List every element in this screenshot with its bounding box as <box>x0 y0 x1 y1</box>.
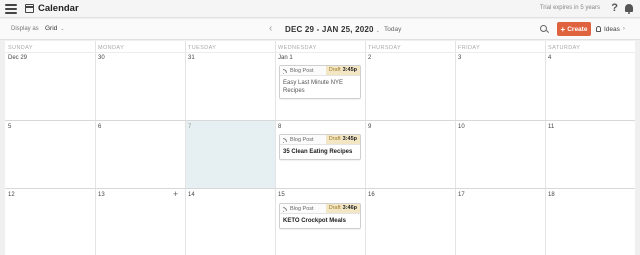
page-title: Calendar <box>38 3 79 14</box>
weekday-header: THURSDAY <box>368 45 402 51</box>
day-number[interactable]: 5 <box>8 124 11 130</box>
event-card-header: Blog Post Draft 3:45p <box>280 66 360 76</box>
calendar-toolbar: Display as Grid ⌄ ‹ DEC 29 - JAN 25, 2020… <box>0 19 640 40</box>
row-divider <box>5 188 635 189</box>
event-title: Easy Last Minute NYE Recipes <box>283 80 344 94</box>
event-title: KETO Crockpot Meals <box>283 218 346 224</box>
row-divider <box>5 52 635 53</box>
date-range-label: DEC 29 - JAN 25, 2020 <box>285 25 374 34</box>
next-arrow-icon[interactable]: › <box>368 23 371 34</box>
day-number[interactable]: Dec 29 <box>8 55 27 61</box>
search-icon[interactable] <box>540 25 547 32</box>
event-time: 3:45p <box>342 136 357 142</box>
day-number[interactable]: 11 <box>548 124 554 130</box>
calendar-icon <box>25 4 34 13</box>
event-time: 3:46p <box>342 205 357 211</box>
day-number[interactable]: 16 <box>368 192 375 198</box>
column-divider <box>275 41 276 255</box>
event-card-header: Blog Post Draft 3:46p <box>280 204 360 214</box>
rss-icon <box>283 69 287 74</box>
weekday-header: TUESDAY <box>188 45 217 51</box>
prev-arrow-icon[interactable]: ‹ <box>269 23 272 34</box>
chevron-down-icon: ⌄ <box>60 26 65 32</box>
event-type: Blog Post <box>290 206 314 212</box>
calendar-grid: SUNDAY MONDAY TUESDAY WEDNESDAY THURSDAY… <box>5 41 635 255</box>
event-type: Blog Post <box>290 68 314 74</box>
help-icon[interactable]: ? <box>611 2 618 14</box>
date-range-picker[interactable]: DEC 29 - JAN 25, 2020 ⌄ <box>285 25 380 34</box>
status-label: Draft <box>328 136 341 142</box>
event-card[interactable]: Blog Post Draft 3:45p 35 Clean Eating Rec… <box>279 134 361 160</box>
top-bar: Calendar Trial expires in 5 years ? <box>0 0 640 18</box>
rss-icon <box>283 207 287 212</box>
event-type: Blog Post <box>290 137 314 143</box>
day-number[interactable]: 2 <box>368 55 371 61</box>
chevron-down-icon: ⌄ <box>375 28 381 34</box>
column-divider <box>365 41 366 255</box>
row-divider <box>5 120 635 121</box>
status-badge: Draft 3:45p <box>325 66 360 75</box>
status-label: Draft <box>328 205 341 211</box>
day-number[interactable]: 13 <box>98 192 105 198</box>
day-number-today[interactable]: 7 <box>188 124 191 130</box>
event-card-header: Blog Post Draft 3:45p <box>280 135 360 145</box>
weekday-header: SATURDAY <box>548 45 581 51</box>
rss-icon <box>283 138 287 143</box>
trial-notice[interactable]: Trial expires in 5 years <box>540 5 600 11</box>
column-divider <box>455 41 456 255</box>
chevron-right-icon: › <box>622 26 625 32</box>
day-number[interactable]: 8 <box>278 124 281 130</box>
day-number[interactable]: 18 <box>548 192 555 198</box>
column-divider <box>185 41 186 255</box>
ideas-button[interactable]: Ideas › <box>596 23 625 35</box>
status-label: Draft <box>328 67 341 73</box>
view-select[interactable]: Grid ⌄ <box>45 25 64 32</box>
status-badge: Draft 3:46p <box>325 204 360 213</box>
today-button[interactable]: Today <box>384 26 401 33</box>
weekday-header: SUNDAY <box>8 45 33 51</box>
day-number[interactable]: 31 <box>188 55 195 61</box>
status-badge: Draft 3:45p <box>325 135 360 144</box>
day-number[interactable]: 10 <box>458 124 465 130</box>
view-select-value: Grid <box>45 25 58 32</box>
today-cell[interactable] <box>185 120 275 188</box>
create-button-label: Create <box>567 25 588 33</box>
menu-icon[interactable] <box>5 3 17 14</box>
bell-icon[interactable] <box>625 4 633 14</box>
weekday-header: FRIDAY <box>458 45 481 51</box>
day-number[interactable]: 30 <box>98 55 105 61</box>
plus-icon: + <box>560 24 566 34</box>
event-card[interactable]: Blog Post Draft 3:45p Easy Last Minute NY… <box>279 65 361 99</box>
display-as-label: Display as <box>11 26 39 32</box>
weekday-header: WEDNESDAY <box>278 45 317 51</box>
lightbulb-icon <box>596 26 601 32</box>
ideas-button-label: Ideas <box>604 25 620 33</box>
create-button[interactable]: + Create <box>557 22 591 36</box>
day-number[interactable]: 3 <box>458 55 461 61</box>
day-number[interactable]: 15 <box>278 192 285 198</box>
event-title: 35 Clean Eating Recipes <box>283 149 353 155</box>
day-number[interactable]: 17 <box>458 192 465 198</box>
event-time: 3:45p <box>342 67 357 73</box>
column-divider <box>95 41 96 255</box>
column-divider <box>545 41 546 255</box>
day-number[interactable]: Jan 1 <box>278 55 293 61</box>
day-number[interactable]: 6 <box>98 124 101 130</box>
add-event-icon[interactable]: + <box>173 189 178 199</box>
weekday-header: MONDAY <box>98 45 125 51</box>
event-card[interactable]: Blog Post Draft 3:46p KETO Crockpot Meals <box>279 203 361 229</box>
day-number[interactable]: 4 <box>548 55 551 61</box>
day-number[interactable]: 9 <box>368 124 371 130</box>
day-number[interactable]: 14 <box>188 192 195 198</box>
day-number[interactable]: 12 <box>8 192 15 198</box>
